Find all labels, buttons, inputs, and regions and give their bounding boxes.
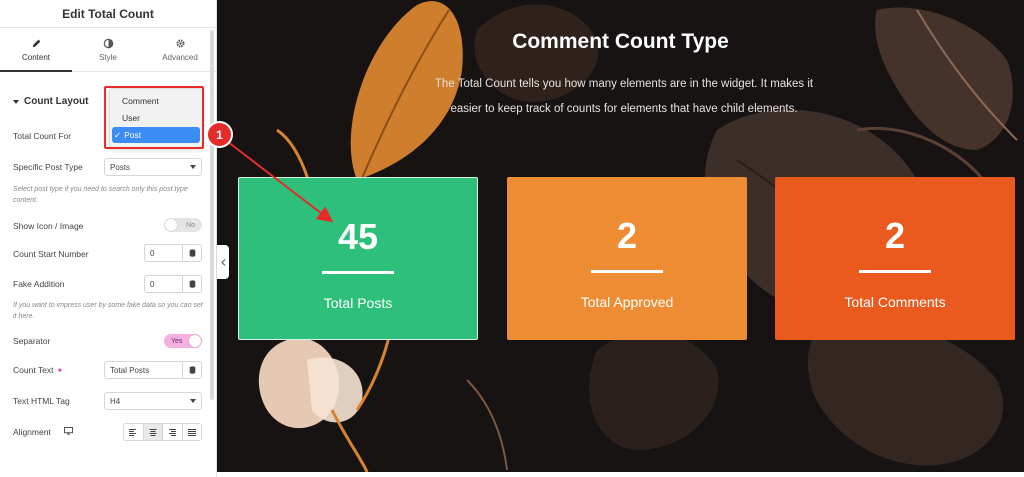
chevron-down-icon <box>190 399 196 403</box>
post-type-help: Select post type if you need to search o… <box>13 186 188 204</box>
count-start-number-label: Count Start Number <box>13 249 89 259</box>
pencil-icon <box>32 39 40 47</box>
total-count-card-comments[interactable]: 2 Total Comments <box>775 177 1015 340</box>
collapse-panel-button[interactable] <box>217 245 229 279</box>
align-center-icon <box>149 428 157 436</box>
chevron-down-icon <box>190 165 196 169</box>
panel-scrollbar[interactable] <box>210 30 214 400</box>
panel-tabs: Content Style Advanced <box>0 28 216 72</box>
show-icon-label: Show Icon / Image <box>13 221 84 231</box>
preview-bottom-border <box>217 472 1024 477</box>
align-justify-button[interactable] <box>182 424 201 440</box>
count-number: 45 <box>337 216 379 257</box>
dynamic-tags-icon[interactable] <box>182 362 201 378</box>
ai-sparkle-icon[interactable]: ✦ <box>56 366 63 375</box>
count-text-value: Total Posts <box>110 365 150 375</box>
count-number: 2 <box>884 215 906 256</box>
alignment-control <box>123 423 202 441</box>
fake-addition-value: 0 <box>150 279 155 289</box>
toggle-knob <box>165 219 177 231</box>
tab-content-label: Content <box>21 52 51 62</box>
show-icon-toggle-text: No <box>186 221 195 229</box>
separator-toggle-text: Yes <box>171 337 183 345</box>
count-separator <box>591 270 663 273</box>
count-separator <box>859 270 931 273</box>
toggle-knob <box>189 335 201 347</box>
align-left-icon <box>129 428 137 436</box>
total-count-card-posts[interactable]: 45 Total Posts <box>238 177 478 340</box>
tab-advanced[interactable]: Advanced <box>144 28 216 71</box>
count-number: 2 <box>616 215 638 256</box>
text-html-tag-select[interactable]: H4 <box>104 392 202 410</box>
gear-icon <box>175 38 185 48</box>
caret-down-icon <box>13 99 19 104</box>
text-html-tag-value: H4 <box>110 396 121 406</box>
tab-style[interactable]: Style <box>72 28 144 71</box>
align-left-button[interactable] <box>124 424 144 440</box>
preview-description: The Total Count tells you how many eleme… <box>434 78 814 115</box>
editor-panel: Edit Total Count Content Style Advanced … <box>0 0 217 477</box>
total-count-for-label: Total Count For <box>13 131 72 141</box>
specific-post-type-select[interactable]: Posts <box>104 158 202 176</box>
dynamic-tags-icon[interactable] <box>182 276 201 292</box>
tab-advanced-label: Advanced <box>162 52 198 62</box>
tab-content[interactable]: Content <box>0 28 72 72</box>
preview-canvas: Comment Count Type The Total Count tells… <box>217 0 1024 472</box>
count-text-label: Count Text <box>13 365 54 375</box>
fake-addition-label: Fake Addition <box>13 279 65 289</box>
annotation-step-badge: 1 <box>206 121 233 148</box>
separator-toggle[interactable]: Yes <box>164 334 202 348</box>
section-title-label: Count Layout <box>24 96 89 107</box>
separator-label: Separator <box>13 336 51 346</box>
count-start-number-value: 0 <box>150 248 155 258</box>
count-label: Total Comments <box>844 294 946 310</box>
tab-style-label: Style <box>99 52 117 62</box>
count-separator <box>322 271 394 274</box>
text-html-tag-label: Text HTML Tag <box>13 396 70 406</box>
align-right-button[interactable] <box>163 424 183 440</box>
panel-title: Edit Total Count <box>0 0 216 28</box>
show-icon-toggle[interactable]: No <box>164 218 202 232</box>
alignment-label: Alignment <box>13 427 51 437</box>
count-text-label-row: Count Text ✦ <box>13 365 63 375</box>
chevron-left-icon <box>220 258 225 266</box>
preview-heading: Comment Count Type <box>512 30 729 53</box>
fake-addition-help: If you want to impress user by some fake… <box>13 302 203 320</box>
section-count-layout[interactable]: Count Layout <box>13 96 88 107</box>
dynamic-tags-icon[interactable] <box>182 245 201 261</box>
specific-post-type-label: Specific Post Type <box>13 162 83 172</box>
count-text-input[interactable]: Total Posts <box>104 361 202 379</box>
count-start-number-input[interactable]: 0 <box>144 244 202 262</box>
annotation-highlight-box <box>104 86 204 149</box>
align-center-button[interactable] <box>143 424 163 440</box>
count-label: Total Approved <box>580 294 674 310</box>
desktop-icon[interactable] <box>64 427 73 435</box>
count-label: Total Posts <box>323 295 393 311</box>
fake-addition-input[interactable]: 0 <box>144 275 202 293</box>
align-right-icon <box>169 428 177 436</box>
align-justify-icon <box>187 428 196 436</box>
half-circle-icon <box>103 38 113 48</box>
specific-post-type-value: Posts <box>110 162 131 172</box>
total-count-card-approved[interactable]: 2 Total Approved <box>507 177 747 340</box>
